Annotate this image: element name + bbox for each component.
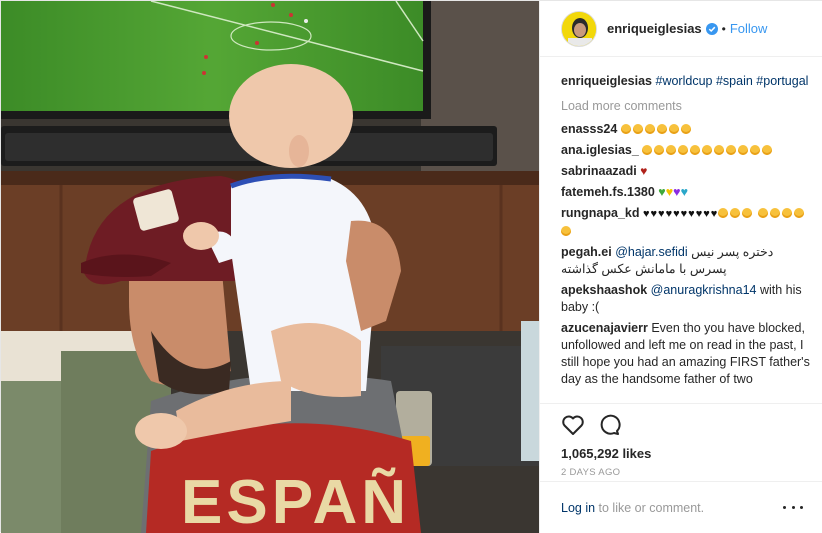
face-emoji-icon (632, 124, 643, 134)
hashtag-spain[interactable]: #spain (716, 74, 753, 88)
like-count[interactable]: 1,065,292 likes (561, 446, 803, 461)
face-emoji-icon (714, 145, 725, 155)
hashtag-worldcup[interactable]: #worldcup (656, 74, 713, 88)
comment-username[interactable]: azucenajavierr (561, 321, 648, 335)
face-emoji-icon (620, 124, 631, 134)
face-emoji-icon (781, 208, 792, 218)
comment-username[interactable]: fatemeh.fs.1380 (561, 185, 655, 199)
more-options-icon[interactable] (783, 506, 803, 509)
profile-avatar[interactable] (561, 10, 597, 47)
caption: enriqueiglesias #worldcup #spain #portug… (561, 73, 811, 90)
hashtag-portugal[interactable]: #portugal (756, 74, 808, 88)
comments-section: enriqueiglesias #worldcup #spain #portug… (561, 73, 811, 403)
face-emoji-icon (726, 145, 737, 155)
face-emoji-icon (680, 124, 691, 134)
verified-badge-icon (705, 22, 718, 35)
face-emoji-icon (656, 124, 667, 134)
comment-item: enasss24 (561, 121, 811, 138)
comment-username[interactable]: apekshaashok (561, 283, 647, 297)
avatar-image (562, 11, 596, 46)
face-emoji-icon (702, 145, 713, 155)
load-more-comments-link[interactable]: Load more comments (561, 98, 811, 115)
follow-button[interactable]: Follow (730, 21, 768, 36)
comment-username[interactable]: sabrinaazadi (561, 164, 637, 178)
comment-mention[interactable]: @anuragkrishna14 (651, 283, 757, 297)
face-emoji-icon (718, 208, 729, 218)
caption-username[interactable]: enriqueiglesias (561, 74, 652, 88)
comment-username[interactable]: enasss24 (561, 122, 617, 136)
face-emoji-icon (750, 145, 761, 155)
face-emoji-group (642, 143, 774, 157)
face-emoji-group (620, 122, 693, 136)
photo-illustration: ESPAÑ (1, 1, 539, 533)
face-emoji-icon (742, 208, 753, 218)
face-emoji-icon (561, 226, 571, 236)
header-username[interactable]: enriqueiglesias (607, 21, 702, 36)
comment-item: apekshaashok @anuragkrishna14 with his b… (561, 282, 811, 316)
instagram-post: ESPAÑ enriqueiglesias • Follow enriqueig… (0, 0, 822, 533)
comment-username[interactable]: rungnapa_kd (561, 206, 640, 220)
comment-item: fatemeh.fs.1380 ♥♥♥♥ (561, 184, 811, 201)
blue-heart-icon: ♥ (680, 185, 688, 199)
post-photo[interactable]: ESPAÑ (1, 1, 539, 533)
post-age[interactable]: 2 DAYS AGO (561, 467, 803, 478)
face-emoji-icon (654, 145, 665, 155)
face-emoji-icon (644, 124, 655, 134)
face-emoji-icon (666, 145, 677, 155)
comment-item: azucenajavierr Even tho you have blocked… (561, 320, 811, 388)
face-emoji-icon (757, 208, 768, 218)
face-emoji-icon (642, 145, 653, 155)
comment-item: sabrinaazadi ♥ (561, 163, 811, 180)
face-emoji-icon (730, 208, 741, 218)
separator-dot: • (721, 21, 726, 36)
speech-bubble-icon[interactable] (597, 413, 621, 437)
login-prompt: Log in to like or comment. (540, 481, 822, 533)
post-side-panel: enriqueiglesias • Follow enriqueiglesias… (539, 1, 822, 533)
comment-item: pegah.ei @hajar.sefidi دختره پسر نیس پسر… (561, 244, 811, 278)
login-prompt-text: to like or comment. (595, 500, 705, 515)
action-icons (561, 412, 803, 438)
comment-item: rungnapa_kd ♥♥♥♥♥♥♥♥♥♥ (561, 205, 811, 240)
comment-item: ana.iglesias_ (561, 142, 811, 159)
scarf-text: ESPAÑ (181, 468, 410, 533)
login-link[interactable]: Log in (561, 501, 595, 515)
comment-mention[interactable]: @hajar.sefidi (615, 245, 687, 259)
comment-username[interactable]: ana.iglesias_ (561, 143, 639, 157)
face-emoji-icon (793, 208, 804, 218)
black-heart-icon-group: ♥♥♥♥♥♥♥♥♥♥ (642, 208, 718, 220)
red-heart-icon: ♥ (640, 164, 648, 178)
face-emoji-icon (678, 145, 689, 155)
face-emoji-icon (668, 124, 679, 134)
face-emoji-icon (738, 145, 749, 155)
tv-screen (1, 1, 431, 119)
heart-outline-icon[interactable] (561, 413, 585, 437)
face-emoji-icon (690, 145, 701, 155)
green-heart-icon: ♥ (658, 185, 666, 199)
face-emoji-icon (769, 208, 780, 218)
comment-username[interactable]: pegah.ei (561, 245, 612, 259)
post-header: enriqueiglesias • Follow (540, 1, 822, 57)
face-emoji-icon (762, 145, 773, 155)
purple-heart-icon: ♥ (673, 185, 681, 199)
